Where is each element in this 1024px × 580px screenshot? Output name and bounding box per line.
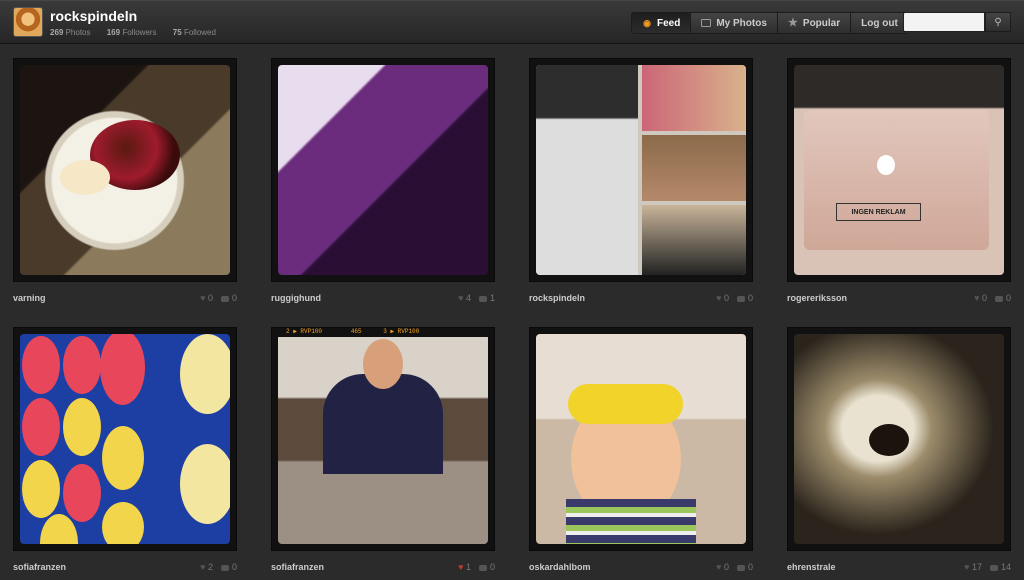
photo-thumbnail[interactable]	[529, 58, 753, 282]
photo-thumbnail[interactable]	[13, 58, 237, 282]
photo-tile: ehrenstrale ♥ 17 14	[787, 327, 1011, 575]
photo-thumbnail[interactable]: INGEN REKLAM	[787, 58, 1011, 282]
feed-button[interactable]: ◉ Feed	[631, 12, 692, 34]
film-strip: 2 ▶ RVP100 465 3 ▶ RVP100	[272, 328, 494, 337]
comments-count[interactable]: 0	[736, 293, 753, 303]
search-input[interactable]	[903, 12, 985, 32]
photo-counts: ♥ 17 14	[964, 562, 1011, 572]
apple-logo	[877, 155, 895, 175]
laptop-sticker: INGEN REKLAM	[836, 203, 921, 221]
heart-icon: ♥	[716, 293, 722, 303]
photos-stat[interactable]: 269 Photos	[50, 28, 98, 37]
followers-stat[interactable]: 169 Followers	[107, 28, 164, 37]
username[interactable]: rockspindeln	[50, 8, 137, 24]
photo-counts: ♥ 1 0	[458, 562, 495, 572]
photo-owner[interactable]: varning	[13, 293, 46, 303]
photo-counts: ♥ 0 0	[974, 293, 1011, 303]
photo-owner[interactable]: sofiafranzen	[13, 562, 66, 572]
comments-count[interactable]: 0	[736, 562, 753, 572]
photo-thumbnail[interactable]	[271, 58, 495, 282]
comments-count[interactable]: 14	[989, 562, 1011, 572]
heart-icon: ♥	[974, 293, 980, 303]
my-photos-button[interactable]: My Photos	[691, 12, 778, 34]
photo-tile: varning ♥ 0 0	[13, 58, 237, 306]
photo-counts: ♥ 0 0	[716, 293, 753, 303]
photo-thumbnail[interactable]	[787, 327, 1011, 551]
rss-icon: ◉	[643, 18, 651, 28]
comments-count[interactable]: 1	[478, 293, 495, 303]
photo-icon	[701, 19, 712, 27]
photo-tile: oskardahlbom ♥ 0 0	[529, 327, 753, 575]
photo-owner[interactable]: ehrenstrale	[787, 562, 836, 572]
logout-label: Log out	[861, 17, 898, 29]
likes-count[interactable]: ♥ 0	[974, 293, 987, 303]
comment-icon	[736, 564, 745, 571]
photo-owner[interactable]: ruggighund	[271, 293, 321, 303]
comment-icon	[478, 564, 487, 571]
photo-tile: ruggighund ♥ 4 1	[271, 58, 495, 306]
likes-count[interactable]: ♥ 17	[964, 562, 982, 572]
comment-icon	[994, 295, 1003, 302]
feed-label: Feed	[657, 17, 681, 29]
avatar[interactable]	[13, 7, 43, 37]
photo-tile: 2 ▶ RVP100 465 3 ▶ RVP100 sofiafranzen ♥…	[271, 327, 495, 575]
star-icon: ★	[787, 17, 798, 29]
logout-button[interactable]: Log out	[851, 12, 909, 34]
my-photos-label: My Photos	[716, 17, 767, 29]
photo-thumbnail[interactable]	[529, 327, 753, 551]
profile-stats: 269 Photos 169 Followers 75 Followed	[50, 28, 230, 37]
heart-icon: ♥	[458, 293, 464, 303]
search-button[interactable]: ⚲	[985, 12, 1011, 32]
likes-count[interactable]: ♥ 0	[716, 562, 729, 572]
comments-count[interactable]: 0	[994, 293, 1011, 303]
comments-count[interactable]: 0	[220, 293, 237, 303]
followed-stat[interactable]: 75 Followed	[173, 28, 223, 37]
photo-counts: ♥ 0 0	[716, 562, 753, 572]
comment-icon	[989, 564, 998, 571]
photo-counts: ♥ 4 1	[458, 293, 495, 303]
top-bar: rockspindeln 269 Photos 169 Followers 75…	[0, 0, 1024, 44]
photo-owner[interactable]: rogereriksson	[787, 293, 847, 303]
comments-count[interactable]: 0	[478, 562, 495, 572]
search-icon: ⚲	[994, 16, 1002, 28]
likes-count[interactable]: ♥ 0	[200, 293, 213, 303]
photo-tile: sofiafranzen ♥ 2 0	[13, 327, 237, 575]
photo-owner[interactable]: sofiafranzen	[271, 562, 324, 572]
photo-thumbnail[interactable]: 2 ▶ RVP100 465 3 ▶ RVP100	[271, 327, 495, 551]
comment-icon	[220, 564, 229, 571]
likes-count[interactable]: ♥ 2	[200, 562, 213, 572]
likes-count[interactable]: ♥ 0	[716, 293, 729, 303]
photo-owner[interactable]: rockspindeln	[529, 293, 585, 303]
likes-count[interactable]: ♥ 4	[458, 293, 471, 303]
heart-icon: ♥	[964, 562, 970, 572]
comment-icon	[736, 295, 745, 302]
popular-label: Popular	[802, 17, 841, 29]
likes-count[interactable]: ♥ 1	[458, 562, 471, 572]
comment-icon	[220, 295, 229, 302]
photo-tile: rockspindeln ♥ 0 0	[529, 58, 753, 306]
heart-icon: ♥	[200, 562, 206, 572]
heart-icon: ♥	[716, 562, 722, 572]
photo-owner[interactable]: oskardahlbom	[529, 562, 591, 572]
main-nav: ◉ Feed My Photos ★ Popular Log out	[631, 12, 909, 34]
photo-tile: INGEN REKLAM rogereriksson ♥ 0 0	[787, 58, 1011, 306]
popular-button[interactable]: ★ Popular	[777, 12, 852, 34]
photo-thumbnail[interactable]	[13, 327, 237, 551]
photo-counts: ♥ 0 0	[200, 293, 237, 303]
photo-counts: ♥ 2 0	[200, 562, 237, 572]
comment-icon	[478, 295, 487, 302]
heart-icon: ♥	[200, 293, 206, 303]
comments-count[interactable]: 0	[220, 562, 237, 572]
heart-icon: ♥	[458, 562, 464, 572]
